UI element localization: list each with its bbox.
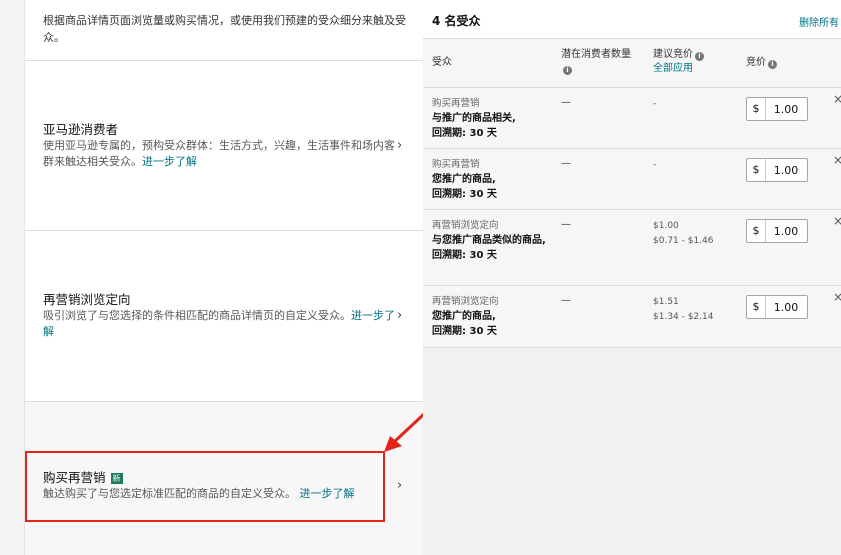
selected-audiences-panel: 4 名受众 删除所有 受众 潜在消费者数量i 建议竞价 i 全部应用 竞价 i 购买再… [423, 0, 841, 555]
currency-label: $ [747, 296, 766, 318]
row-divider [423, 285, 841, 286]
potential-value: — [561, 158, 571, 169]
potential-value: — [561, 295, 571, 306]
currency-label: $ [747, 98, 766, 120]
divider [25, 401, 423, 402]
chevron-right-icon[interactable]: › [397, 138, 402, 153]
col-header-audience: 受众 [432, 57, 452, 68]
currency-label: $ [747, 220, 766, 242]
audience-desc: 您推广的商品, 回溯期: 30 天 [432, 311, 497, 337]
potential-value: — [561, 219, 571, 230]
currency-label: $ [747, 159, 766, 181]
bid-input[interactable] [766, 159, 806, 181]
audience-desc: 您推广的商品, 回溯期: 30 天 [432, 174, 497, 200]
potential-value: — [561, 97, 571, 108]
option-desc: 使用亚马逊专属的，预构受众群体：生活方式，兴趣，生活事件和场内客群来触达相关受众… [43, 139, 395, 168]
audience-type: 再营销浏览定向 [432, 220, 499, 231]
bid-field[interactable]: $ [746, 219, 808, 243]
col-header-suggested: 建议竞价 i 全部应用 [653, 48, 704, 76]
bid-input[interactable] [766, 220, 806, 242]
audience-type: 再营销浏览定向 [432, 296, 499, 307]
suggested-bid: $1.00 $0.71 - $1.46 [653, 221, 714, 246]
info-icon[interactable]: i [563, 66, 572, 75]
bid-input[interactable] [766, 98, 806, 120]
suggested-bid: - [653, 160, 657, 170]
row-divider [423, 209, 841, 210]
audience-table: 受众 潜在消费者数量i 建议竞价 i 全部应用 竞价 i 购买再营销 与推广的商品相关… [423, 39, 841, 348]
intro-text: 根据商品详情页面浏览量或购买情况，或使用我们预建的受众细分来触及受众。 [43, 14, 406, 44]
col-header-potential: 潜在消费者数量i [561, 49, 631, 75]
info-icon[interactable]: i [768, 60, 777, 69]
suggested-bid: $1.51 $1.34 - $2.14 [653, 297, 714, 322]
option-views-remarketing[interactable]: 再营销浏览定向 吸引浏览了与您选择的条件相匹配的商品详情页的自定义受众。进一步了… [43, 291, 398, 340]
audience-desc: 与您推广商品类似的商品, 回溯期: 30 天 [432, 235, 546, 261]
audience-desc: 与推广的商品相关, 回溯期: 30 天 [432, 113, 516, 139]
divider [25, 60, 423, 61]
close-icon[interactable]: × [833, 290, 841, 304]
bid-field[interactable]: $ [746, 97, 808, 121]
option-desc: 吸引浏览了与您选择的条件相匹配的商品详情页的自定义受众。进一步了解 [43, 309, 395, 338]
option-amazon-audiences[interactable]: 亚马逊消费者 使用亚马逊专属的，预构受众群体：生活方式，兴趣，生活事件和场内客群… [43, 121, 398, 170]
close-icon[interactable]: × [833, 92, 841, 106]
row-divider [423, 87, 841, 88]
audience-count-title: 4 名受众 [432, 14, 481, 28]
suggested-bid: - [653, 99, 657, 109]
page-gutter [0, 0, 24, 555]
option-title: 再营销浏览定向 [43, 292, 131, 307]
option-title: 亚马逊消费者 [43, 122, 119, 137]
row-divider [423, 148, 841, 149]
close-icon[interactable]: × [833, 153, 841, 167]
close-icon[interactable]: × [833, 214, 841, 228]
audience-type: 购买再营销 [432, 159, 480, 170]
bid-input[interactable] [766, 296, 806, 318]
info-icon[interactable]: i [695, 52, 704, 61]
divider [25, 230, 423, 231]
bid-field[interactable]: $ [746, 295, 808, 319]
learn-more-link[interactable]: 进一步了解 [142, 155, 197, 168]
chevron-right-icon[interactable]: › [397, 308, 402, 323]
apply-all-link[interactable]: 全部应用 [653, 63, 693, 74]
audience-type: 购买再营销 [432, 98, 480, 109]
chevron-right-icon[interactable]: › [397, 478, 402, 493]
remove-all-link[interactable]: 删除所有 [799, 14, 839, 29]
selected-header: 4 名受众 删除所有 [423, 0, 841, 39]
col-header-bid: 竞价 i [746, 56, 777, 70]
highlight-box [25, 451, 385, 522]
bid-field[interactable]: $ [746, 158, 808, 182]
row-divider [423, 347, 841, 348]
